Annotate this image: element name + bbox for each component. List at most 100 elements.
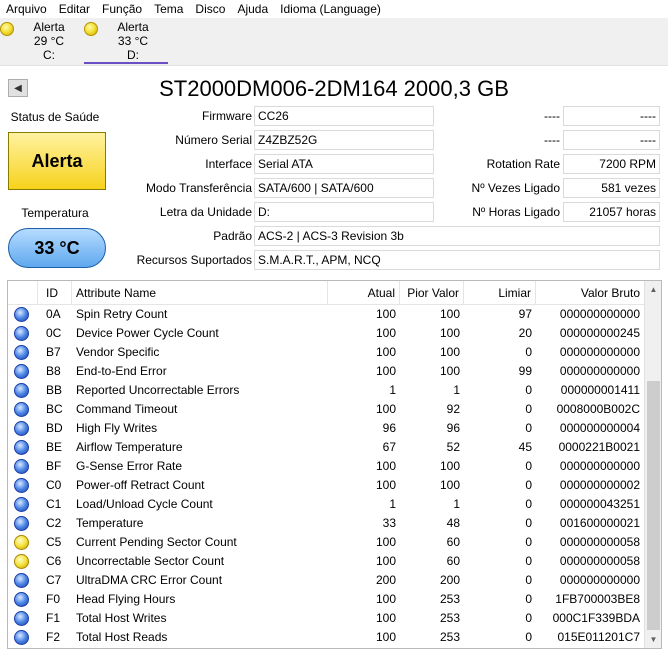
cell-threshold: 0 bbox=[525, 497, 532, 511]
cell-name: UltraDMA CRC Error Count bbox=[76, 573, 223, 587]
table-row[interactable]: B8 End-to-End Error 100 100 99 000000000000 bbox=[8, 362, 644, 381]
cell-raw: 000000001411 bbox=[560, 383, 640, 397]
header-threshold[interactable]: Limiar bbox=[464, 281, 536, 305]
menu-help[interactable]: Ajuda bbox=[231, 0, 274, 18]
rotation-rate-label: Rotation Rate bbox=[486, 157, 560, 171]
cell-current: 1 bbox=[389, 497, 396, 511]
status-dot-icon bbox=[14, 554, 29, 569]
cell-name: Total Host Writes bbox=[76, 611, 167, 625]
table-scrollbar[interactable]: ▲ ▼ bbox=[644, 281, 661, 648]
smart-attributes-table: ID Attribute Name Atual Pior Valor Limia… bbox=[7, 280, 662, 649]
transfer-mode-label: Modo Transferência bbox=[145, 181, 252, 195]
cell-id: BE bbox=[46, 440, 63, 454]
cell-id: 0C bbox=[46, 326, 62, 340]
table-row[interactable]: C7 UltraDMA CRC Error Count 200 200 0 0000000… bbox=[8, 571, 644, 590]
power-hours-field: 21057 horas bbox=[563, 202, 660, 222]
cell-worst: 100 bbox=[439, 326, 460, 340]
header-raw-value[interactable]: Valor Bruto bbox=[536, 281, 644, 305]
cell-raw: 000000000000 bbox=[559, 364, 640, 378]
cell-threshold: 0 bbox=[525, 478, 532, 492]
cell-name: Uncorrectable Sector Count bbox=[76, 554, 225, 568]
cell-worst: 48 bbox=[446, 516, 460, 530]
table-row[interactable]: 0C Device Power Cycle Count 100 100 20 000000… bbox=[8, 324, 644, 343]
table-row[interactable]: BF G-Sense Error Rate 100 100 0 000000000000 bbox=[8, 457, 644, 476]
cell-current: 100 bbox=[375, 364, 396, 378]
cell-current: 100 bbox=[375, 307, 396, 321]
table-row[interactable]: C5 Current Pending Sector Count 100 60 0 0000… bbox=[8, 533, 644, 552]
scroll-down-icon[interactable]: ▼ bbox=[645, 631, 661, 648]
menu-edit[interactable]: Editar bbox=[53, 0, 96, 18]
cell-raw: 000000043251 bbox=[559, 497, 640, 511]
drive-tab-c[interactable]: Alerta 29 °C C: bbox=[0, 20, 84, 64]
cell-raw: 000C1F339BDA bbox=[552, 611, 640, 625]
power-count-label: Nº Vezes Ligado bbox=[471, 181, 560, 195]
power-count-field: 581 vezes bbox=[563, 178, 660, 198]
header-status[interactable] bbox=[8, 281, 38, 305]
header-worst[interactable]: Pior Valor bbox=[400, 281, 464, 305]
cell-threshold: 0 bbox=[525, 592, 532, 606]
cell-threshold: 97 bbox=[518, 307, 532, 321]
drive-tab-d[interactable]: Alerta 33 °C D: bbox=[84, 20, 168, 64]
scrollbar-thumb[interactable] bbox=[647, 381, 660, 630]
cell-threshold: 45 bbox=[518, 440, 532, 454]
cell-id: B8 bbox=[46, 364, 61, 378]
cell-id: BD bbox=[46, 421, 63, 435]
table-row[interactable]: C2 Temperature 33 48 0 001600000021 bbox=[8, 514, 644, 533]
cell-worst: 100 bbox=[439, 478, 460, 492]
header-attribute-name[interactable]: Attribute Name bbox=[72, 281, 328, 305]
cell-name: Current Pending Sector Count bbox=[76, 535, 237, 549]
cell-worst: 100 bbox=[439, 345, 460, 359]
table-row[interactable]: C1 Load/Unload Cycle Count 1 1 0 000000043251 bbox=[8, 495, 644, 514]
cell-name: Spin Retry Count bbox=[76, 307, 168, 321]
drive-temp: 29 °C bbox=[33, 34, 65, 48]
status-dot-icon bbox=[14, 307, 29, 322]
table-row[interactable]: B7 Vendor Specific 100 100 0 000000000000 bbox=[8, 343, 644, 362]
cell-threshold: 0 bbox=[525, 554, 532, 568]
table-row[interactable]: C0 Power-off Retract Count 100 100 0 00000000… bbox=[8, 476, 644, 495]
table-header: ID Attribute Name Atual Pior Valor Limia… bbox=[8, 281, 644, 305]
table-row[interactable]: BB Reported Uncorrectable Errors 1 1 0 000000… bbox=[8, 381, 644, 400]
menu-language[interactable]: Idioma (Language) bbox=[274, 0, 387, 18]
info-right-label-1: ---- bbox=[544, 109, 560, 123]
temperature-badge[interactable]: 33 °C bbox=[8, 228, 106, 268]
cell-raw: 000000000058 bbox=[559, 535, 640, 549]
header-current[interactable]: Atual bbox=[328, 281, 400, 305]
health-label: Status de Saúde bbox=[10, 110, 100, 124]
health-status-badge[interactable]: Alerta bbox=[8, 132, 106, 190]
menu-file[interactable]: Arquivo bbox=[0, 0, 53, 18]
cell-threshold: 0 bbox=[525, 459, 532, 473]
table-row[interactable]: BE Airflow Temperature 67 52 45 0000221B0021 bbox=[8, 438, 644, 457]
cell-threshold: 0 bbox=[525, 535, 532, 549]
table-row[interactable]: F0 Head Flying Hours 100 253 0 1FB700003BE8 bbox=[8, 590, 644, 609]
table-row[interactable]: F1 Total Host Writes 100 253 0 000C1F339BDA bbox=[8, 609, 644, 628]
status-dot-icon bbox=[14, 611, 29, 626]
disk-title: ST2000DM006-2DM164 2000,3 GB bbox=[159, 76, 509, 101]
drive-temp: 33 °C bbox=[117, 34, 149, 48]
cell-current: 200 bbox=[375, 573, 396, 587]
menu-function[interactable]: Função bbox=[96, 0, 148, 18]
scroll-up-icon[interactable]: ▲ bbox=[645, 281, 661, 298]
cell-id: C1 bbox=[46, 497, 62, 511]
status-dot-icon bbox=[14, 440, 29, 455]
table-row[interactable]: 0A Spin Retry Count 100 100 97 000000000000 bbox=[8, 305, 644, 324]
cell-id: C0 bbox=[46, 478, 62, 492]
table-row[interactable]: F2 Total Host Reads 100 253 0 015E011201C7 bbox=[8, 628, 644, 647]
status-dot-icon bbox=[14, 497, 29, 512]
table-row[interactable]: BC Command Timeout 100 92 0 0008000B002C bbox=[8, 400, 644, 419]
table-row[interactable]: C6 Uncorrectable Sector Count 100 60 0 000000… bbox=[8, 552, 644, 571]
cell-name: End-to-End Error bbox=[76, 364, 167, 378]
status-dot-icon bbox=[14, 592, 29, 607]
menu-theme[interactable]: Tema bbox=[148, 0, 189, 18]
cell-worst: 52 bbox=[446, 440, 460, 454]
header-id[interactable]: ID bbox=[38, 281, 72, 305]
menu-disk[interactable]: Disco bbox=[189, 0, 231, 18]
table-row[interactable]: BD High Fly Writes 96 96 0 000000000004 bbox=[8, 419, 644, 438]
cell-name: Command Timeout bbox=[76, 402, 178, 416]
cell-raw: 0000221B0021 bbox=[558, 440, 640, 454]
cell-name: G-Sense Error Rate bbox=[76, 459, 183, 473]
cell-worst: 100 bbox=[439, 307, 460, 321]
status-dot-icon bbox=[84, 22, 98, 36]
cell-name: Vendor Specific bbox=[76, 345, 160, 359]
status-dot-icon bbox=[14, 383, 29, 398]
cell-name: Head Flying Hours bbox=[76, 592, 176, 606]
